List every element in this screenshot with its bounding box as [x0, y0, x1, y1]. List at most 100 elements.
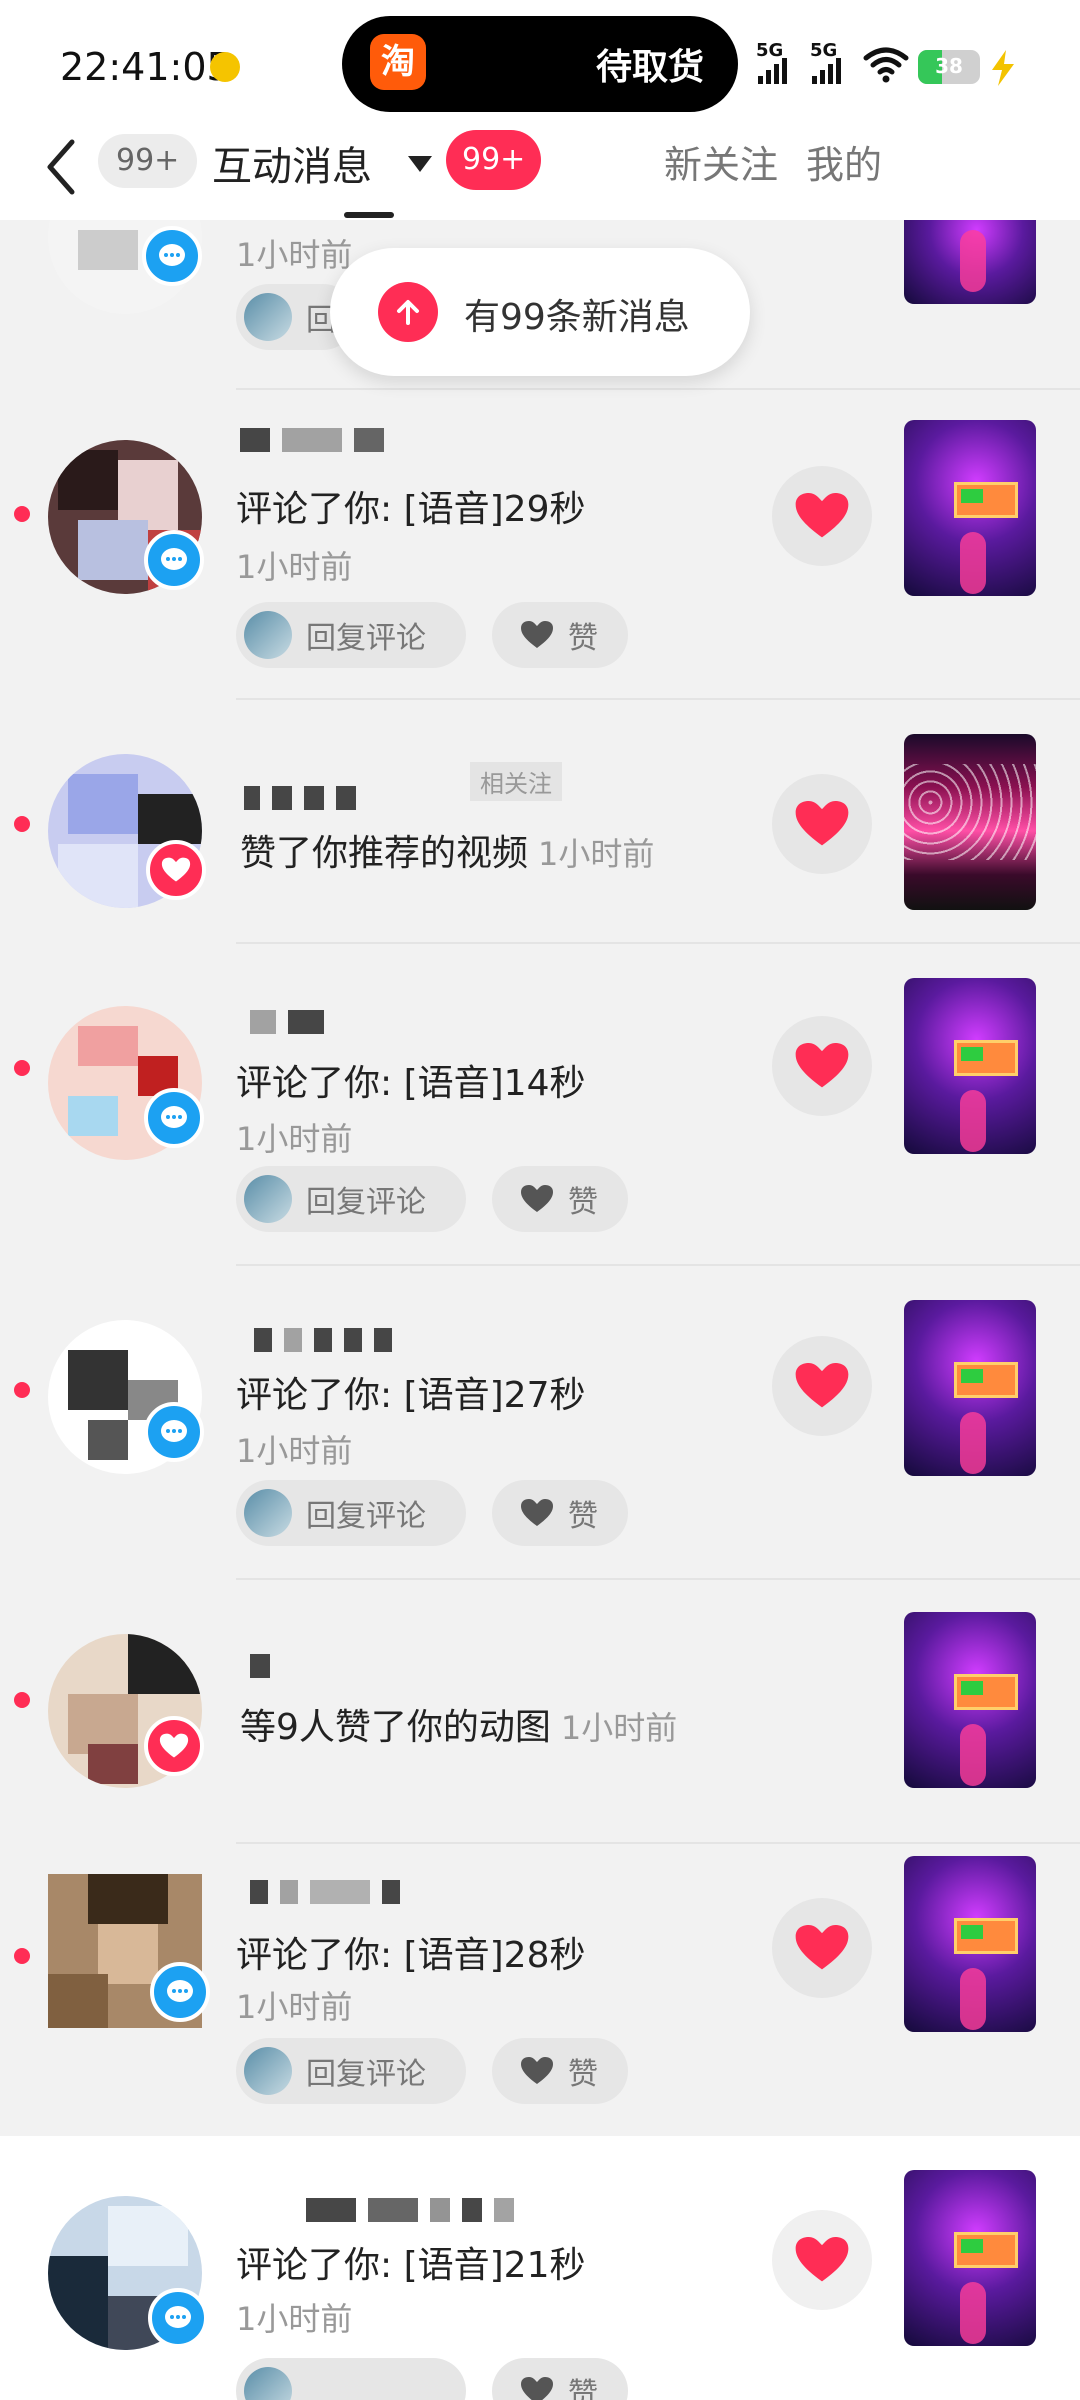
charging-icon	[992, 50, 1014, 86]
like-button[interactable]	[772, 774, 872, 874]
like-text: 等9人赞了你的动图 1小时前	[240, 1698, 677, 1750]
heart-icon	[521, 2377, 553, 2400]
like-label: 赞	[568, 2377, 598, 2400]
like-button[interactable]	[772, 1016, 872, 1116]
dynamic-island[interactable]: 淘 待取货	[342, 16, 738, 112]
message-count-badge: 99+	[98, 134, 198, 188]
avatar-mini	[244, 293, 292, 341]
music-icon	[210, 52, 240, 82]
like-text: 赞了你推荐的视频 1小时前	[240, 824, 654, 876]
like-button[interactable]	[772, 2210, 872, 2310]
nav-header: 99+ 互动消息 99+ 新关注 我的	[0, 130, 1080, 220]
heart-icon	[521, 1185, 553, 1212]
comment-text: 评论了你: [语音]14秒	[236, 1063, 586, 1104]
unread-dot	[14, 1060, 30, 1076]
reply-comment-button[interactable]: 回复评论	[236, 1480, 466, 1546]
new-messages-toast[interactable]: 有99条新消息	[330, 248, 750, 376]
unread-dot	[14, 506, 30, 522]
video-thumbnail[interactable]	[904, 1612, 1036, 1788]
list-item[interactable]: 评论了你: [语音]14秒 1小时前 回复评论 赞	[0, 944, 1080, 1266]
comment-badge-icon	[144, 1088, 204, 1148]
username-redacted	[250, 1008, 324, 1036]
comment-text: 评论了你: [语音]29秒	[236, 489, 586, 530]
list-item[interactable]: 等9人赞了你的动图 1小时前	[0, 1580, 1080, 1844]
like-comment-button[interactable]: 赞	[492, 2038, 628, 2104]
tab-mine[interactable]: 我的	[806, 134, 882, 189]
comment-text: 评论了你: [语音]27秒	[236, 1375, 586, 1416]
list-item[interactable]: 评论了你: [语音]27秒 1小时前 回复评论 赞	[0, 1266, 1080, 1580]
like-label: 赞	[568, 1499, 598, 1534]
taobao-icon: 淘	[370, 34, 426, 90]
video-thumbnail[interactable]	[904, 978, 1036, 1154]
username-redacted	[306, 2196, 514, 2224]
heart-icon	[795, 1042, 849, 1088]
battery-icon: 38	[918, 50, 980, 84]
username-redacted	[240, 426, 384, 454]
page-title[interactable]: 互动消息	[212, 134, 372, 192]
like-label: 赞	[568, 621, 598, 656]
list-item[interactable]: 评论了你: [语音]21秒 1小时前 赞	[0, 2136, 1080, 2400]
like-button[interactable]	[772, 466, 872, 566]
toast-text: 有99条新消息	[464, 297, 690, 338]
list-item[interactable]: 评论了你: [语音]28秒 1小时前 回复评论 赞	[0, 1844, 1080, 2136]
back-arrow-icon[interactable]	[38, 134, 82, 200]
reply-label: 回复评论	[306, 1499, 426, 1534]
mutual-follow-tag: 相关注	[470, 762, 562, 801]
comment-badge-icon	[144, 1402, 204, 1462]
timestamp: 1小时前	[538, 835, 655, 873]
timestamp: 1小时前	[236, 1120, 353, 1158]
username-redacted	[254, 1326, 392, 1354]
username-redacted	[250, 1878, 400, 1906]
username-redacted	[250, 1652, 270, 1680]
active-tab-indicator	[344, 212, 394, 218]
signal-icon	[758, 58, 787, 84]
avatar-mini	[244, 1175, 292, 1223]
heart-icon	[795, 2236, 849, 2282]
reply-comment-button[interactable]: 回复评论	[236, 602, 466, 668]
like-button[interactable]	[772, 1898, 872, 1998]
heart-icon	[795, 800, 849, 846]
heart-icon	[795, 1924, 849, 1970]
video-thumbnail[interactable]	[904, 2170, 1036, 2346]
like-button[interactable]	[772, 1336, 872, 1436]
avatar-mini	[244, 611, 292, 659]
clock: 22:41:05	[60, 45, 231, 89]
video-thumbnail[interactable]	[904, 1300, 1036, 1476]
comment-badge-icon	[150, 1962, 210, 2022]
timestamp: 1小时前	[236, 2300, 353, 2338]
like-badge-icon	[146, 840, 206, 900]
like-comment-button[interactable]: 赞	[492, 602, 628, 668]
dropdown-caret-icon[interactable]	[408, 156, 432, 172]
list-item[interactable]: 相关注 赞了你推荐的视频 1小时前	[0, 700, 1080, 944]
reply-comment-button[interactable]	[236, 2358, 466, 2400]
heart-icon	[521, 621, 553, 648]
reply-comment-button[interactable]: 回复评论	[236, 1166, 466, 1232]
heart-icon	[795, 1362, 849, 1408]
timestamp: 1小时前	[236, 1432, 353, 1470]
list-item[interactable]: 评论了你: [语音]29秒 1小时前 回复评论 赞	[0, 390, 1080, 700]
comment-badge-icon	[142, 226, 202, 286]
video-thumbnail[interactable]	[904, 420, 1036, 596]
action-text: 等9人赞了你的动图	[240, 1707, 551, 1748]
reply-comment-button[interactable]: 回复评论	[236, 2038, 466, 2104]
unread-dot	[14, 816, 30, 832]
heart-icon	[521, 1499, 553, 1526]
like-comment-button[interactable]: 赞	[492, 1166, 628, 1232]
status-bar: 22:41:05 淘 待取货 5G 5G 38	[0, 0, 1080, 130]
timestamp: 1小时前	[236, 548, 353, 586]
like-label: 赞	[568, 2057, 598, 2092]
like-comment-button[interactable]: 赞	[492, 2358, 628, 2400]
timestamp: 1小时前	[236, 1988, 353, 2026]
reply-label: 回复评论	[306, 621, 426, 656]
avatar-mini	[244, 2047, 292, 2095]
action-text: 赞了你推荐的视频	[240, 833, 529, 874]
tab-new-followers[interactable]: 新关注	[664, 134, 778, 189]
username-redacted	[244, 784, 356, 812]
timestamp: 1小时前	[560, 1709, 678, 1747]
video-thumbnail[interactable]	[904, 734, 1036, 910]
video-thumbnail[interactable]	[904, 1856, 1036, 2032]
avatar-mini	[244, 2367, 292, 2400]
comment-badge-icon	[148, 2288, 208, 2348]
comment-text: 评论了你: [语音]28秒	[236, 1935, 586, 1976]
like-comment-button[interactable]: 赞	[492, 1480, 628, 1546]
